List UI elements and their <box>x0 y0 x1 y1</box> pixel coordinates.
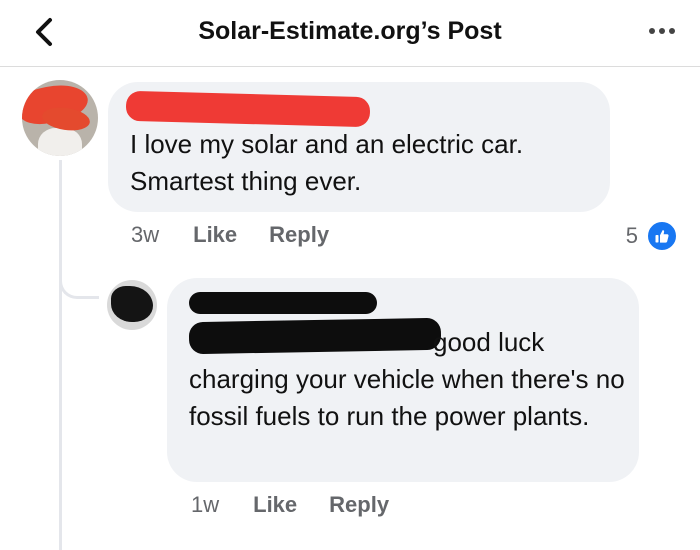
reaction-count: 5 <box>625 223 638 248</box>
reply-avatar[interactable] <box>107 280 157 330</box>
ellipsis-icon <box>647 28 677 34</box>
commenter-avatar[interactable] <box>22 80 98 156</box>
reaction-summary[interactable]: 5 <box>626 220 678 252</box>
thread-line <box>59 160 62 550</box>
reply-text: good luck charging your vehicle when the… <box>189 324 629 435</box>
reply-connector <box>59 265 99 299</box>
reply-button[interactable]: Reply <box>269 222 329 248</box>
redacted-name <box>125 90 371 128</box>
comment-text: I love my solar and an electric car. Sma… <box>130 129 524 196</box>
reply-text-rest: charging your vehicle when there's no fo… <box>189 364 625 431</box>
reply-actions: 1w Like Reply <box>191 492 421 518</box>
redacted-name <box>189 292 377 314</box>
thumbs-up-icon <box>646 220 678 252</box>
comment-actions: 3w Like Reply <box>131 222 361 248</box>
comment-timestamp: 3w <box>131 222 160 247</box>
reply-timestamp: 1w <box>191 492 220 517</box>
more-options-button[interactable] <box>642 16 682 46</box>
reply-bubble: good luck charging your vehicle when the… <box>167 278 639 482</box>
avatar-redaction <box>111 286 153 322</box>
post-header: Solar-Estimate.org’s Post <box>0 0 700 67</box>
like-button[interactable]: Like <box>253 492 297 518</box>
like-button[interactable]: Like <box>193 222 237 248</box>
comment-bubble: I love my solar and an electric car. Sma… <box>108 82 610 212</box>
reply-button[interactable]: Reply <box>329 492 389 518</box>
page-title: Solar-Estimate.org’s Post <box>198 17 502 45</box>
reply-text-first-line: good luck <box>433 327 545 357</box>
